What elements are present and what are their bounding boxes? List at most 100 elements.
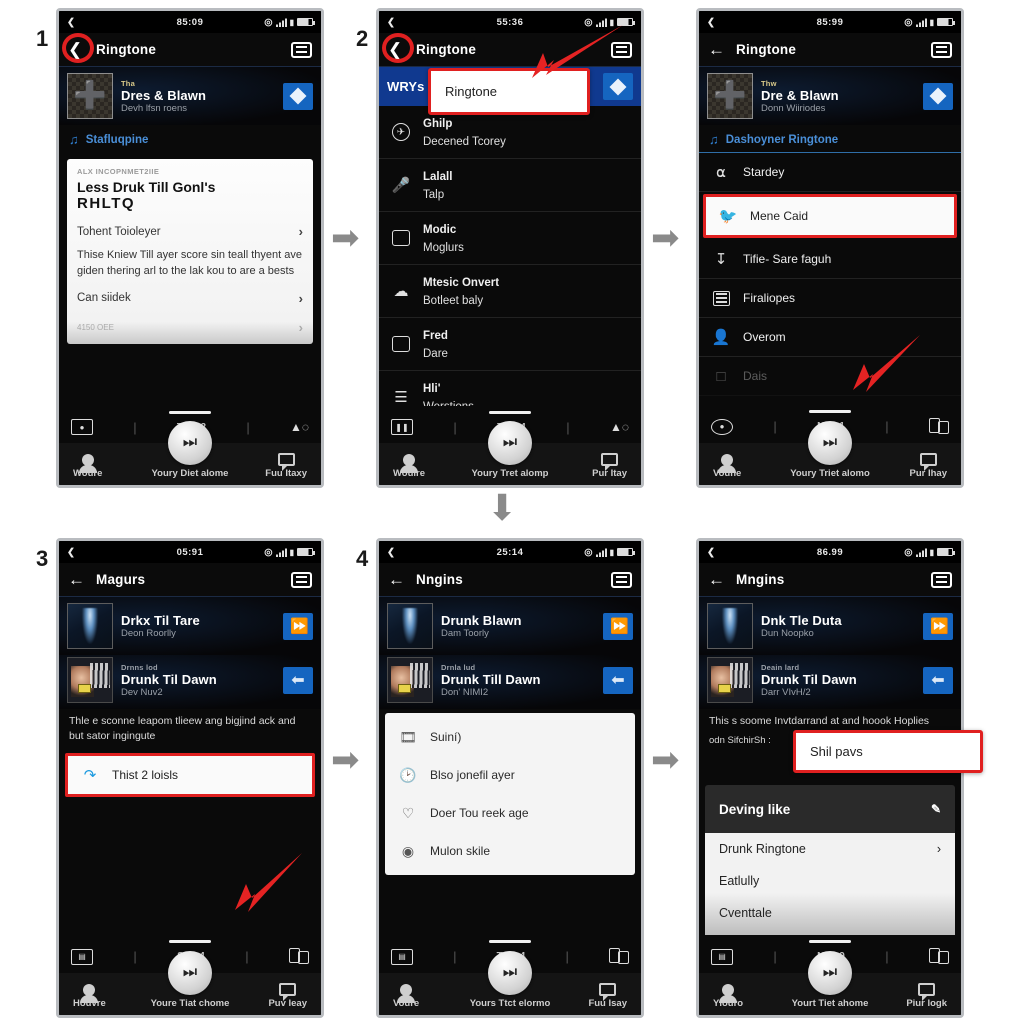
album-art <box>67 603 113 649</box>
tab-chat[interactable]: Piur logk <box>906 983 947 1009</box>
tab-profile[interactable]: Voure <box>393 984 419 1009</box>
cast-icon[interactable]: ● <box>71 419 93 435</box>
list-menu-icon[interactable] <box>931 41 952 58</box>
share-icon: ↷ <box>83 767 97 785</box>
back-button[interactable]: ← <box>68 571 86 588</box>
track-row-1[interactable]: Dnk Tle Duta Dun Noopko ⏩ <box>699 597 961 655</box>
bottom-tab-bar: ⏭ Ylouro Piur logk Yourt Tiet ahome <box>699 951 961 1015</box>
sheet-row[interactable]: Eatlully <box>705 865 955 897</box>
sheet-item[interactable]: ◉ Mulon skile <box>385 832 635 870</box>
sheet-header[interactable]: Deving like ✎ <box>705 785 955 833</box>
tab-profile[interactable]: Ylouro <box>713 984 743 1009</box>
track-row-2[interactable]: Deain lard Drunk Til Dawn Darr VIvH/2 ⬅ <box>699 655 961 709</box>
divider: | <box>133 419 137 435</box>
duplicate-icon[interactable] <box>609 948 629 965</box>
drag-handle[interactable] <box>169 411 211 414</box>
arrow-left-icon[interactable]: ⬅ <box>283 666 313 694</box>
tab-profile[interactable]: Voune <box>713 454 741 479</box>
fast-forward-icon[interactable]: ⏩ <box>283 612 313 640</box>
card-icon[interactable]: ▤ <box>391 948 413 965</box>
duplicate-icon[interactable] <box>288 948 309 965</box>
card-icon[interactable]: ▤ <box>71 948 93 965</box>
list-menu-icon[interactable] <box>611 571 632 588</box>
page-title: Ringtone <box>96 42 157 57</box>
tab-chat[interactable]: Pur Ihay <box>910 453 947 479</box>
play-pause-button[interactable]: ⏭ <box>808 951 852 995</box>
back-button[interactable]: ← <box>708 571 726 588</box>
back-button[interactable]: ← <box>388 571 406 588</box>
card-icon[interactable]: ▤ <box>711 948 733 965</box>
list-item[interactable]: ↧ Tifie- Sare faguh <box>699 240 961 279</box>
card-row-1[interactable]: Tohent Toioleyer › <box>77 217 303 246</box>
highlight-row[interactable]: ↷ Thist 2 loisls <box>65 753 315 798</box>
chat-icon <box>918 983 936 1001</box>
track-row-1[interactable]: Drkx Til Tare Deon Roorlly ⏩ <box>59 597 321 655</box>
list-item[interactable]: ☰ Hli' Werstions <box>379 371 641 406</box>
back-button[interactable]: ← <box>708 41 726 58</box>
drag-handle[interactable] <box>489 411 531 414</box>
info-card: ALX INCOPNMET2IIE Less Druk Till Gonl's … <box>67 159 313 344</box>
list-item[interactable]: ⍺ Stardey <box>699 153 961 192</box>
track-row-2[interactable]: Drnns lod Drunk Til Dawn Dev Nuv2 ⬅ <box>59 655 321 709</box>
track-row-1[interactable]: Drunk Blawn Dam Toorly ⏩ <box>379 597 641 655</box>
card-row-3[interactable]: 4150 OEE › <box>77 313 303 342</box>
list-item[interactable]: 🎤 Lalall Talp <box>379 159 641 212</box>
sheet-item[interactable]: ♡ Doer Tou reek age <box>385 794 635 832</box>
bottom-tab-bar: ⏭ Woulre Pur Itay Youry Tret alomp <box>379 421 641 485</box>
play-pause-button[interactable]: ⏭ <box>808 421 852 465</box>
play-pause-button[interactable]: ⏭ <box>168 421 212 465</box>
play-pause-button[interactable]: ⏭ <box>168 951 212 995</box>
list-item-subtitle: Talp <box>423 189 445 201</box>
monitor-icon <box>390 227 412 249</box>
drag-handle[interactable] <box>809 410 851 413</box>
volume-icon[interactable]: ▲◌ <box>610 420 629 434</box>
tab-chat[interactable]: Pur Itay <box>592 453 627 479</box>
list-item[interactable]: Firaliopes <box>699 279 961 318</box>
list-item-subtitle: Dare <box>423 348 448 360</box>
card-row-2[interactable]: Can siidek › <box>77 284 303 313</box>
sheet-item[interactable]: 🕑 Blso jonefil ayer <box>385 756 635 794</box>
tab-chat[interactable]: Puv Ieay <box>268 983 307 1009</box>
arrow-left-icon[interactable]: ⬅ <box>923 666 953 694</box>
diamond-icon[interactable] <box>283 82 313 110</box>
track-row-2[interactable]: Drnla lud Drunk Till Dawn Don' NIMI2 ⬅ <box>379 655 641 709</box>
duplicate-icon[interactable] <box>928 418 949 435</box>
fast-forward-icon[interactable]: ⏩ <box>603 612 633 640</box>
now-playing-strip[interactable]: ➕ Tha Dres & Blawn Devh lfsn roens <box>59 67 321 125</box>
pencil-icon[interactable]: ✎ <box>931 802 941 816</box>
now-playing-strip[interactable]: ➕ Thw Dre & Blawn Donn Wiiriodes <box>699 67 961 125</box>
diamond-icon[interactable] <box>923 82 953 110</box>
sheet-row[interactable]: Cventtale <box>705 897 955 929</box>
tab-profile[interactable]: Woure <box>73 454 102 479</box>
volume-icon[interactable]: ▲◌ <box>290 420 309 434</box>
duplicate-icon[interactable] <box>928 948 949 965</box>
track-2-title: Drunk Till Dawn <box>441 671 541 687</box>
sheet-row[interactable]: Drunk Ringtone › <box>705 833 955 865</box>
step-number-1: 1 <box>36 26 49 51</box>
action-sheet: 🎞 Suiní) 🕑 Blso jonefil ayer ♡ Doer Tou … <box>385 713 635 875</box>
tab-profile[interactable]: Woulre <box>393 454 425 479</box>
play-pause-button[interactable]: ⏭ <box>488 951 532 995</box>
fast-forward-icon[interactable]: ⏩ <box>923 612 953 640</box>
play-pause-button[interactable]: ⏭ <box>488 421 532 465</box>
status-time: 25:14 <box>496 546 524 558</box>
tab-chat[interactable]: Fuu Itaxy <box>265 453 307 479</box>
list-item[interactable]: ☁ Mtesic Onvert Botleet baly <box>379 265 641 318</box>
list-menu-icon[interactable] <box>291 571 312 588</box>
list-menu-icon[interactable] <box>291 41 312 58</box>
cast-icon[interactable]: ● <box>711 418 733 435</box>
list-item[interactable]: Modic Moglurs <box>379 212 641 265</box>
drag-handle[interactable] <box>169 940 211 943</box>
list-menu-icon[interactable] <box>931 571 952 588</box>
sheet-item[interactable]: 🎞 Suiní) <box>385 718 635 756</box>
tab-profile[interactable]: Houvre <box>73 984 106 1009</box>
list-item[interactable]: Fred Dare <box>379 318 641 371</box>
tab-chat[interactable]: Fuu Isay <box>588 983 627 1009</box>
status-bar: ❮ 05:91 ◎ ▮ <box>59 541 321 563</box>
drag-handle[interactable] <box>809 940 851 943</box>
list-item-selected[interactable]: 🐦 Mene Caid <box>703 194 957 238</box>
arrow-left-icon[interactable]: ⬅ <box>603 666 633 694</box>
drag-handle[interactable] <box>489 940 531 943</box>
pause-icon[interactable]: ❚❚ <box>391 419 413 435</box>
filter-icon: ☰ <box>394 389 408 406</box>
